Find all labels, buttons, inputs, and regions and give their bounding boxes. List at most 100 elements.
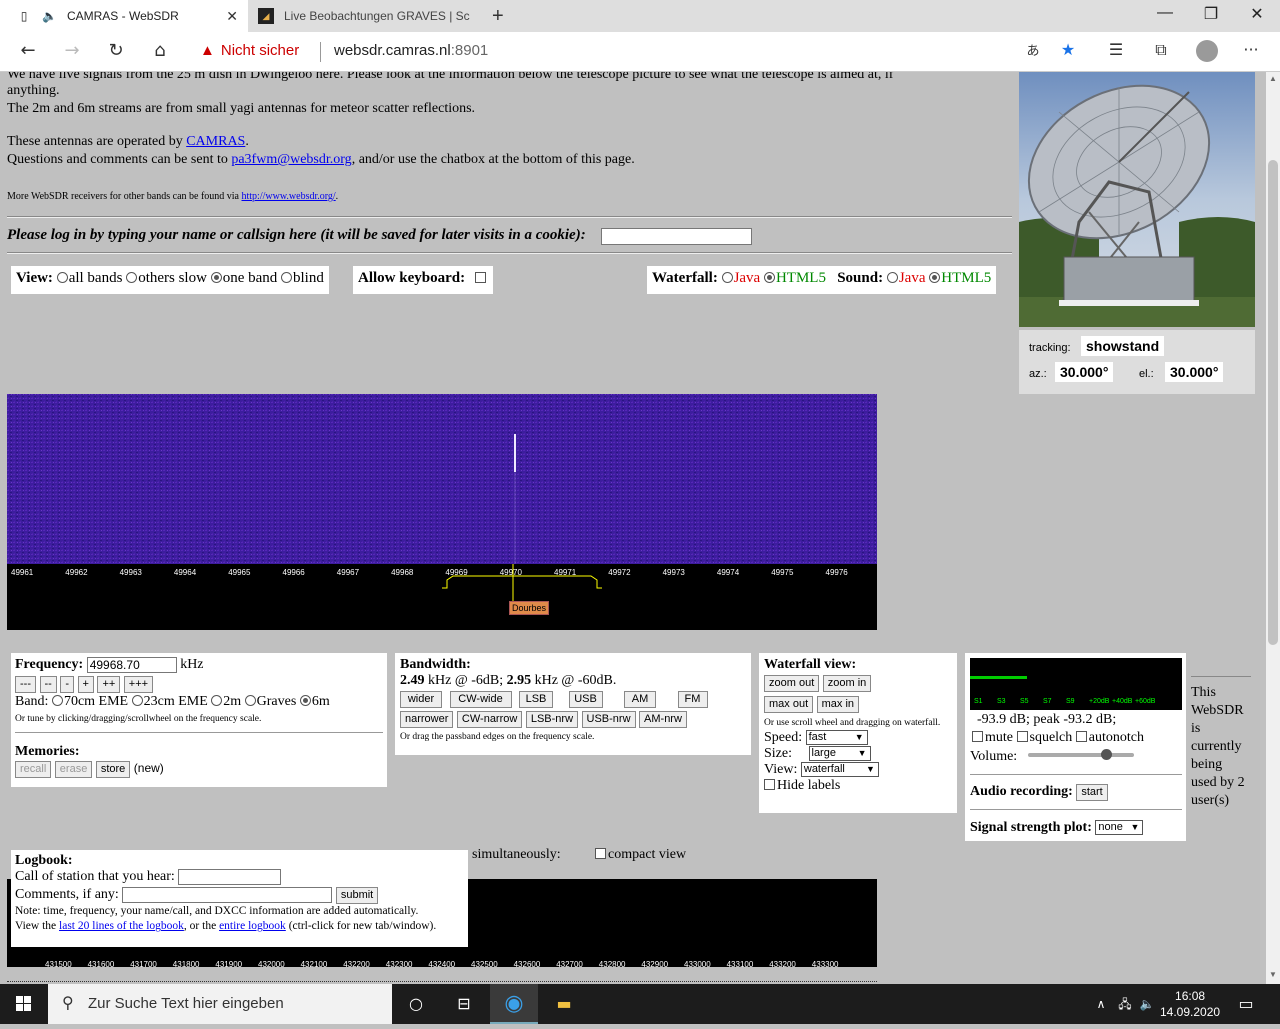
tab-graves[interactable]: ◢ Live Beobachtungen GRAVES | Sc — [250, 0, 486, 32]
mute-checkbox[interactable] — [972, 731, 983, 742]
home-icon[interactable]: ⌂ — [146, 40, 174, 64]
start-recording-button[interactable]: start — [1076, 784, 1108, 801]
last-20-lines-link[interactable]: last 20 lines of the logbook — [59, 920, 184, 932]
clock[interactable]: 16:08 14.09.2020 — [1160, 988, 1220, 1020]
radio-6m[interactable] — [299, 695, 311, 707]
scroll-down-icon[interactable]: ▼ — [1266, 970, 1280, 979]
narrower-button[interactable]: narrower — [400, 711, 454, 728]
translate-icon[interactable]: あ — [1020, 40, 1046, 64]
wider-button[interactable]: wider — [400, 691, 442, 708]
maximize-icon[interactable]: ❐ — [1188, 4, 1234, 28]
zoom-out-button[interactable]: zoom out — [764, 675, 820, 692]
close-window-icon[interactable]: ✕ — [1234, 4, 1280, 28]
step-down-3-button[interactable]: --- — [15, 676, 36, 694]
radio-2m[interactable] — [211, 695, 223, 707]
am-narrow-button[interactable]: AM-nrw — [639, 711, 687, 728]
frequency-input[interactable]: 49968.70 — [86, 657, 177, 673]
radio-23cm[interactable] — [131, 695, 143, 707]
forward-icon[interactable]: → — [58, 40, 86, 64]
autonotch-checkbox[interactable] — [1075, 731, 1087, 742]
lsb-narrow-button[interactable]: LSB-nrw — [525, 711, 579, 728]
erase-button[interactable]: erase — [54, 761, 93, 779]
callsign-input[interactable] — [601, 228, 752, 245]
settings-more-icon[interactable]: ··· — [1238, 40, 1264, 64]
new-tab-icon[interactable]: + — [492, 5, 504, 28]
close-tab-icon[interactable]: ✕ — [226, 8, 238, 25]
radio-one-band[interactable] — [210, 272, 222, 283]
radio-70cm[interactable] — [51, 695, 63, 707]
radio-others-slow[interactable] — [126, 272, 138, 283]
url-field[interactable]: websdr.camras.nl:8901 — [334, 42, 488, 59]
radio-sound-java[interactable] — [886, 272, 898, 283]
entire-logbook-link[interactable]: entire logbook — [219, 920, 286, 932]
radio-sound-html5[interactable] — [929, 272, 941, 283]
back-icon[interactable]: ← — [14, 40, 42, 64]
speed-select[interactable]: fast ▼ — [805, 730, 868, 746]
task-view-icon[interactable]: ○ — [392, 984, 440, 1024]
edge-browser-icon[interactable]: ◉ — [490, 984, 538, 1024]
am-button[interactable]: AM — [624, 691, 656, 708]
favorite-star-icon[interactable]: ★ — [1055, 40, 1081, 64]
signal-plot-select[interactable]: none ▼ — [1095, 820, 1144, 836]
network-icon[interactable]: 🖧 — [1114, 984, 1136, 1024]
radio-blind[interactable] — [281, 272, 293, 283]
radio-graves[interactable] — [244, 695, 256, 707]
step-down-2-button[interactable]: -- — [39, 676, 57, 694]
step-up-3-button[interactable]: +++ — [123, 676, 154, 694]
questions: Questions and comments can be sent to pa… — [7, 152, 635, 167]
windows-start-icon[interactable] — [0, 984, 48, 1024]
s-meter-label: S9 — [1066, 698, 1075, 705]
radio-all-bands[interactable] — [56, 272, 68, 283]
cw-wide-button[interactable]: CW-wide — [449, 691, 512, 708]
zoom-in-button[interactable]: zoom in — [822, 675, 872, 692]
scrollbar-thumb[interactable] — [1268, 160, 1278, 645]
keyboard-box: Allow keyboard: — [353, 266, 493, 294]
waterfall-display[interactable] — [7, 394, 877, 564]
step-up-2-button[interactable]: ++ — [97, 676, 121, 694]
usb-button[interactable]: USB — [568, 691, 603, 708]
cw-narrow-button[interactable]: CW-narrow — [456, 711, 523, 728]
radio-waterfall-java[interactable] — [721, 272, 733, 283]
scroll-up-icon[interactable]: ▲ — [1266, 74, 1280, 83]
store-button[interactable]: store — [95, 761, 131, 779]
collections-icon[interactable]: ⧉ — [1148, 40, 1174, 64]
submit-button[interactable]: submit — [335, 887, 379, 905]
step-down-1-button[interactable]: - — [60, 676, 74, 694]
compact-view-checkbox[interactable] — [595, 848, 606, 859]
notifications-icon[interactable]: ▭ — [1222, 984, 1270, 1024]
radio-waterfall-html5[interactable] — [763, 272, 775, 283]
lsb-button[interactable]: LSB — [519, 691, 553, 708]
max-in-button[interactable]: max in — [816, 696, 860, 713]
taskbar-search[interactable]: ⚲ Zur Suche Text hier eingeben — [48, 984, 392, 1024]
size-select[interactable]: large ▼ — [808, 746, 871, 762]
favorites-list-icon[interactable]: ☰ — [1103, 40, 1129, 64]
recall-button[interactable]: recall — [15, 761, 52, 779]
file-explorer-icon[interactable]: ▬ — [540, 984, 588, 1024]
logbook-call-input[interactable] — [178, 869, 282, 885]
tray-chevron-icon[interactable]: ∧ — [1090, 984, 1112, 1024]
max-out-button[interactable]: max out — [764, 696, 814, 713]
widgets-icon[interactable]: ⊟ — [440, 984, 488, 1024]
camras-link[interactable]: CAMRAS — [186, 134, 245, 149]
reload-icon[interactable]: ↻ — [102, 40, 130, 64]
tab-camras[interactable]: ▯ 🔈 CAMRAS - WebSDR ✕ — [0, 0, 248, 32]
usb-narrow-button[interactable]: USB-nrw — [581, 711, 636, 728]
hide-labels-checkbox[interactable] — [764, 779, 775, 790]
minimize-icon[interactable]: — — [1142, 4, 1188, 28]
volume-icon[interactable]: 🔈 — [1136, 984, 1158, 1024]
squelch-checkbox[interactable] — [1016, 731, 1028, 742]
security-warning[interactable]: ▲ Nicht sicher — [200, 42, 299, 59]
volume-slider[interactable] — [1028, 749, 1134, 760]
address-bar: ← → ↻ ⌂ ▲ Nicht sicher websdr.camras.nl:8… — [0, 32, 1280, 72]
speaker-icon[interactable]: 🔈 — [42, 9, 57, 23]
dourbes-label[interactable]: Dourbes — [509, 601, 550, 615]
email-link[interactable]: pa3fwm@websdr.org — [231, 152, 351, 167]
frequency-scale[interactable]: 49961 49962 49963 49964 49965 49966 49967 49968… — [7, 564, 877, 630]
allow-keyboard-checkbox[interactable] — [474, 272, 486, 283]
fm-button[interactable]: FM — [677, 691, 708, 708]
logbook-comments-input[interactable] — [122, 887, 333, 904]
step-up-1-button[interactable]: + — [77, 676, 94, 694]
profile-avatar[interactable] — [1196, 40, 1218, 62]
websdr-org-link[interactable]: http://www.websdr.org/ — [242, 191, 336, 202]
view-select[interactable]: waterfall ▼ — [800, 762, 879, 778]
